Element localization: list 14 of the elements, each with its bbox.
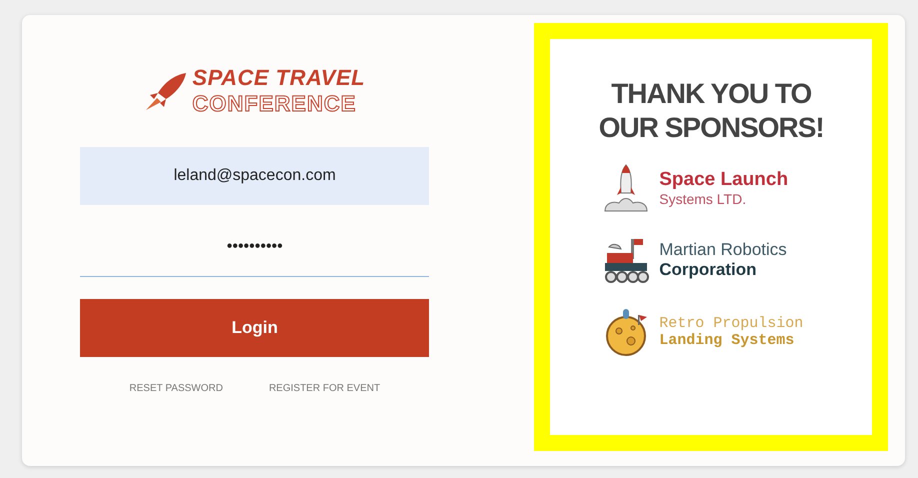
logo-title: SPACE TRAVEL xyxy=(192,65,366,91)
form-link[interactable]: REGISTER FOR EVENT xyxy=(268,383,380,394)
logo-subtitle: CONFERENCE xyxy=(192,91,358,117)
sponsor-subtitle: Systems LTD. xyxy=(659,191,748,208)
form-link[interactable]: RESET PASSWORD xyxy=(129,383,223,394)
sponsor-subtitle: Landing Systems xyxy=(659,332,796,350)
sponsors-heading: THANK YOU TO OUR SPONSORS! xyxy=(598,77,825,144)
sponsor-subtitle: Corporation xyxy=(659,260,758,280)
sponsor-name: Retro Propulsion xyxy=(659,315,804,332)
login-button[interactable]: Login xyxy=(80,299,430,357)
sponsor-name: Martian Robotics xyxy=(659,240,787,260)
email-field[interactable]: leland@spacecon.com xyxy=(80,147,430,205)
sponsor-name: Space Launch xyxy=(659,169,788,192)
password-field[interactable]: •••••••••• xyxy=(80,217,430,277)
